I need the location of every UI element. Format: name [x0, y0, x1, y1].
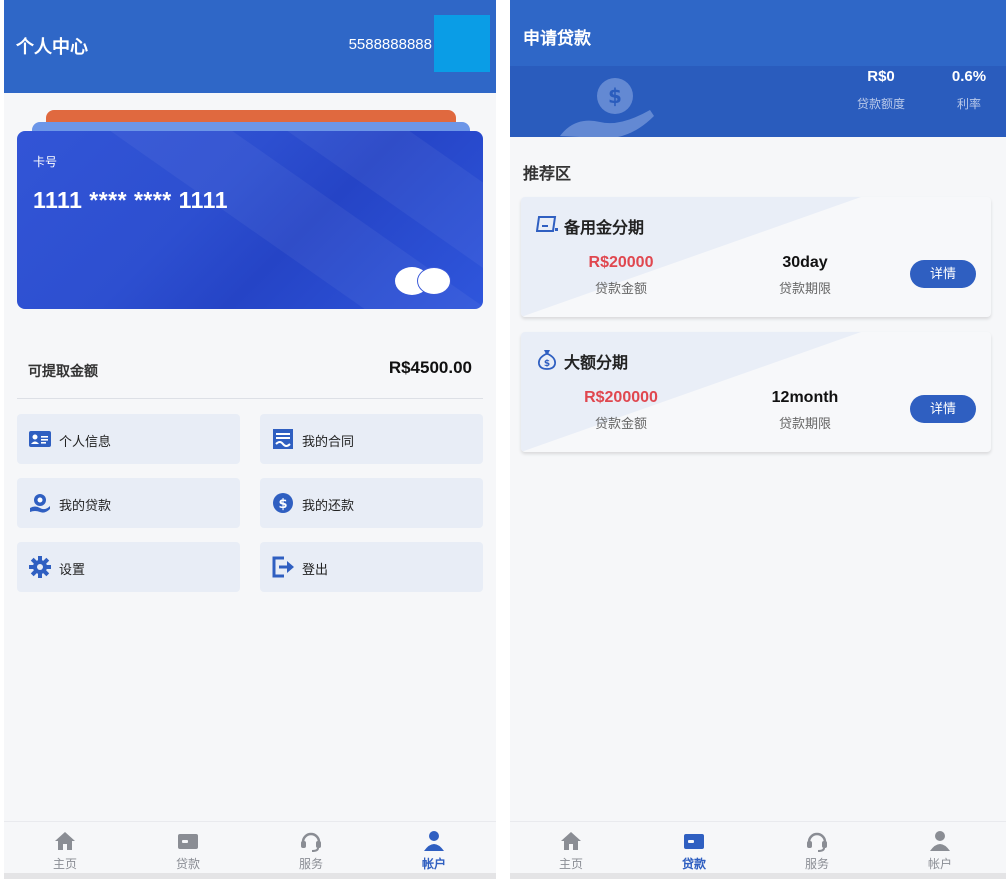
- term-value: 30day: [782, 254, 828, 271]
- amount-value: R$200000: [584, 389, 658, 406]
- details-button[interactable]: 详情: [910, 260, 976, 288]
- gear-icon: [29, 556, 51, 578]
- tab-home[interactable]: 主页: [541, 830, 601, 872]
- tab-account[interactable]: 帐户: [910, 830, 970, 872]
- headset-icon: [807, 832, 827, 852]
- tab-label: 服务: [298, 857, 323, 871]
- logout-icon: [272, 556, 294, 578]
- term-label: 贷款期限: [778, 416, 831, 431]
- menu-label: 我的合同: [302, 434, 355, 449]
- card-number: 1111 **** **** 1111: [33, 187, 228, 213]
- tab-label: 贷款: [681, 857, 706, 871]
- account-header: 个人中心 5588888888: [4, 0, 496, 93]
- my-loan-button[interactable]: 我的贷款: [17, 478, 240, 528]
- account-screen: 个人中心 5588888888 卡号 1111 **** **** 1111 可…: [4, 0, 496, 879]
- tab-service[interactable]: 服务: [281, 830, 341, 872]
- tab-label: 帐户: [927, 857, 952, 871]
- wallet-icon: [684, 834, 704, 849]
- product-amount: R$200000 贷款金额: [551, 389, 691, 432]
- tab-loan[interactable]: 贷款: [664, 830, 724, 872]
- wallet-icon: [178, 834, 198, 849]
- my-contract-button[interactable]: 我的合同: [260, 414, 483, 464]
- card-brand-logo: [395, 267, 453, 295]
- bank-card: 卡号 1111 **** **** 1111: [17, 131, 483, 309]
- svg-text:$: $: [544, 359, 550, 369]
- product-term: 30day 贷款期限: [735, 254, 875, 297]
- avatar[interactable]: [434, 15, 490, 72]
- term-value: 12month: [771, 389, 839, 406]
- svg-text:$: $: [278, 497, 287, 512]
- ticket-icon: [536, 216, 558, 232]
- bottom-tabbar: 主页 贷款 服务 帐户: [4, 821, 496, 879]
- dollar-hand-icon: $: [560, 78, 654, 137]
- product-name: 备用金分期: [564, 220, 645, 237]
- home-icon: [55, 832, 75, 850]
- loan-screen: 申请贷款 $ R$0 贷款额度 0.6% 利率 推荐区 备用金分期 R$2000…: [510, 0, 1006, 879]
- user-icon: [424, 831, 444, 851]
- menu-label: 设置: [59, 562, 86, 577]
- details-button[interactable]: 详情: [910, 395, 976, 423]
- tab-home[interactable]: 主页: [35, 830, 95, 872]
- headset-icon: [301, 832, 321, 852]
- logout-button[interactable]: 登出: [260, 542, 483, 592]
- product-amount: R$20000 贷款金额: [551, 254, 691, 297]
- product-card-standby[interactable]: 备用金分期 R$20000 贷款金额 30day 贷款期限 详情: [521, 197, 991, 317]
- user-icon: [930, 831, 950, 851]
- tab-label: 主页: [558, 857, 583, 871]
- contract-icon: [273, 429, 293, 449]
- svg-text:$: $: [608, 84, 622, 108]
- id-card-icon: [29, 431, 51, 447]
- my-repayment-button[interactable]: $ 我的还款: [260, 478, 483, 528]
- page-title: 个人中心: [16, 37, 88, 57]
- amount-value: R$20000: [588, 254, 654, 271]
- balance-label: 可提取金额: [28, 363, 98, 379]
- tab-label: 主页: [52, 857, 77, 871]
- amount-label: 贷款金额: [594, 416, 647, 431]
- loan-limit-label: 贷款额度: [856, 97, 905, 111]
- tab-account[interactable]: 帐户: [404, 830, 464, 872]
- menu-label: 个人信息: [59, 434, 112, 449]
- term-label: 贷款期限: [778, 281, 831, 296]
- user-phone: 5588888888: [348, 36, 432, 53]
- amount-label: 贷款金额: [594, 281, 647, 296]
- home-indicator-bar: [4, 873, 496, 879]
- loan-header: 申请贷款 $ R$0 贷款额度 0.6% 利率: [510, 0, 1006, 137]
- menu-label: 我的还款: [302, 498, 355, 513]
- loan-limit-value: R$0: [867, 68, 895, 85]
- interest-rate-value: 0.6%: [951, 68, 987, 85]
- money-bag-icon: $: [537, 350, 557, 370]
- product-name: 大额分期: [564, 355, 629, 372]
- divider: [17, 398, 483, 399]
- loan-limit-stat: R$0 贷款额度: [836, 68, 926, 112]
- tab-label: 帐户: [421, 857, 446, 871]
- interest-rate-label: 利率: [956, 97, 981, 111]
- screen-divider: [496, 0, 510, 879]
- tab-label: 服务: [804, 857, 829, 871]
- tab-service[interactable]: 服务: [787, 830, 847, 872]
- settings-button[interactable]: 设置: [17, 542, 240, 592]
- personal-info-button[interactable]: 个人信息: [17, 414, 240, 464]
- menu-label: 我的贷款: [59, 498, 112, 513]
- bottom-tabbar: 主页 贷款 服务 帐户: [510, 821, 1006, 879]
- product-term: 12month 贷款期限: [735, 389, 875, 432]
- menu-label: 登出: [302, 562, 329, 577]
- tab-loan[interactable]: 贷款: [158, 830, 218, 872]
- withdrawable-balance: 可提取金额 R$4500.00: [28, 358, 472, 382]
- balance-amount: R$4500.00: [388, 358, 472, 377]
- tab-label: 贷款: [175, 857, 200, 871]
- dollar-coin-icon: $: [273, 493, 293, 513]
- home-indicator-bar: [510, 873, 1006, 879]
- loan-hand-icon: [30, 494, 50, 513]
- page-title: 申请贷款: [523, 29, 591, 48]
- card-label: 卡号: [33, 155, 58, 169]
- section-title: 推荐区: [523, 166, 572, 183]
- home-icon: [561, 832, 581, 850]
- interest-rate-stat: 0.6% 利率: [937, 68, 1001, 112]
- product-card-large[interactable]: $ 大额分期 R$200000 贷款金额 12month 贷款期限 详情: [521, 332, 991, 452]
